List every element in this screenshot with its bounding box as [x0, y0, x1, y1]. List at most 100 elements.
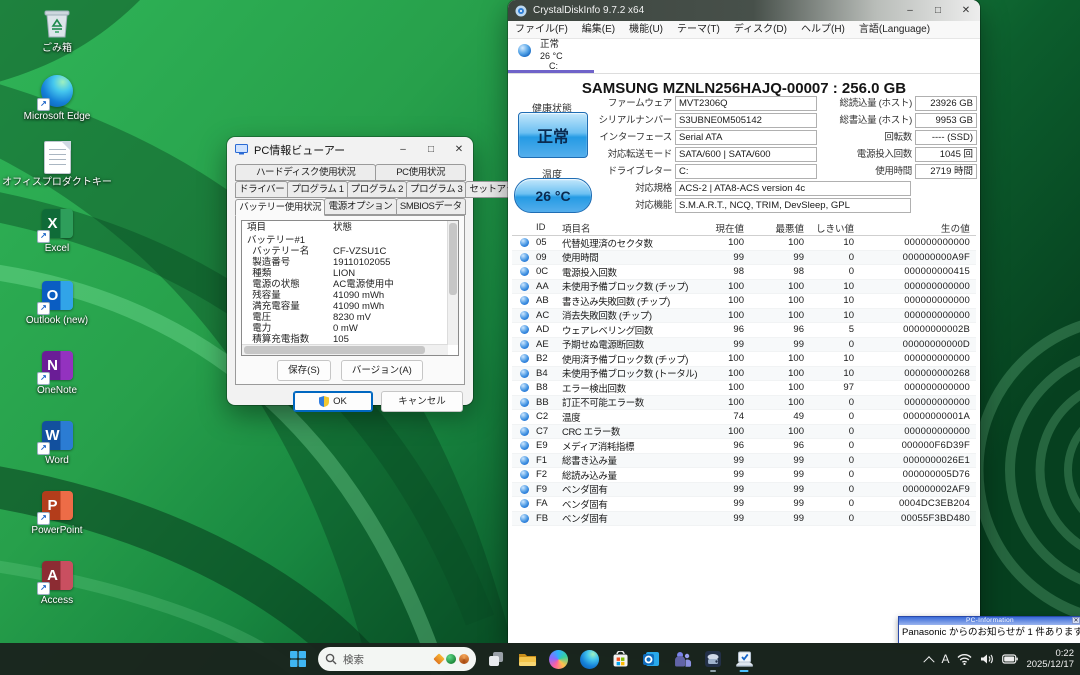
maximize-button[interactable]: □	[417, 137, 445, 162]
menu-item[interactable]: ヘルプ(H)	[794, 22, 852, 38]
smart-row[interactable]: B8 エラー検出回数 100 100 97 000000000000	[512, 381, 976, 396]
start-button[interactable]	[284, 645, 312, 673]
list-item[interactable]: バッテリー#1	[242, 235, 458, 246]
tab-program2[interactable]: プログラム 2	[347, 181, 407, 198]
smart-row[interactable]: AB 書き込み失敗回数 (チップ) 100 100 10 00000000000…	[512, 294, 976, 309]
tab-power-options[interactable]: 電源オプション	[324, 198, 396, 215]
menu-item[interactable]: ディスク(D)	[727, 22, 794, 38]
list-item[interactable]: 種類 LION	[242, 268, 458, 279]
item-name: 残容量	[242, 290, 333, 301]
menu-item[interactable]: 編集(E)	[575, 22, 622, 38]
tab-program3[interactable]: プログラム 3	[406, 181, 466, 198]
list-item[interactable]: 電源の状態 AC電源使用中	[242, 279, 458, 290]
maximize-button[interactable]: □	[924, 0, 952, 21]
smart-row[interactable]: BB 訂正不可能エラー数 100 100 0 000000000000	[512, 396, 976, 411]
smart-row[interactable]: FB ベンダ固有 99 99 0 00055F3BD480	[512, 512, 976, 527]
crystaldiskinfo-taskbar-button[interactable]	[699, 645, 727, 673]
cancel-button[interactable]: キャンセル	[381, 391, 463, 412]
drive-tab[interactable]: 正常 26 °C C:	[540, 40, 563, 72]
menu-item[interactable]: ファイル(F)	[508, 22, 575, 38]
smart-row[interactable]: 09 使用時間 99 99 0 000000000A9F	[512, 251, 976, 266]
desktop-icon-outlook-new[interactable]: O ↗ Outlook (new)	[14, 278, 100, 326]
smart-row[interactable]: C7 CRC エラー数 100 100 0 000000000000	[512, 425, 976, 440]
smart-row[interactable]: AC 消去失敗回数 (チップ) 100 100 10 000000000000	[512, 309, 976, 324]
smart-row[interactable]: 05 代替処理済のセクタ数 100 100 10 000000000000	[512, 236, 976, 251]
search-box[interactable]: 検索	[318, 647, 476, 671]
field-label: ファームウェア	[568, 96, 672, 113]
desktop-icon-recycle-bin[interactable]: ごみ箱	[14, 6, 100, 54]
crystaldiskinfo-app-icon	[704, 650, 722, 668]
file-explorer-button[interactable]	[513, 645, 541, 673]
menu-item[interactable]: テーマ(T)	[670, 22, 727, 38]
menu-item[interactable]: 言語(Language)	[852, 22, 937, 38]
close-button[interactable]: ✕	[952, 0, 980, 21]
edge-button[interactable]	[575, 645, 603, 673]
copilot-button[interactable]	[544, 645, 572, 673]
desktop-icon-word[interactable]: W ↗ Word	[14, 418, 100, 466]
tab-driver[interactable]: ドライバー	[235, 181, 288, 198]
horizontal-scrollbar[interactable]	[242, 344, 448, 355]
desktop-icon-access[interactable]: A ↗ Access	[14, 558, 100, 606]
smart-row[interactable]: F2 総読み込み量 99 99 0 000000005D76	[512, 468, 976, 483]
speaker-icon[interactable]	[980, 653, 994, 665]
ok-button[interactable]: OK	[293, 391, 373, 412]
list-item[interactable]: 電圧 8230 mV	[242, 312, 458, 323]
smart-row[interactable]: B2 使用済予備ブロック数 (チップ) 100 100 10 000000000…	[512, 352, 976, 367]
ime-indicator[interactable]: A	[941, 652, 949, 666]
save-button[interactable]: 保存(S)	[277, 360, 331, 381]
tab-smbios-data[interactable]: SMBIOSデータ	[396, 198, 466, 215]
smart-row[interactable]: AA 未使用予備ブロック数 (チップ) 100 100 10 000000000…	[512, 280, 976, 295]
item-name: バッテリー名	[242, 246, 333, 257]
wifi-icon[interactable]	[957, 653, 972, 665]
list-item[interactable]: バッテリー名 CF-VZSU1C	[242, 246, 458, 257]
smart-row[interactable]: F9 ベンダ固有 99 99 0 000000002AF9	[512, 483, 976, 498]
list-item[interactable]: 製造番号 19110102055	[242, 257, 458, 268]
smart-row[interactable]: E9 メディア消耗指標 96 96 0 000000F6D39F	[512, 439, 976, 454]
smart-row[interactable]: C2 温度 74 49 0 00000000001A	[512, 410, 976, 425]
battery-status-list[interactable]: 項目 状態 バッテリー#1 バッテリー名 CF-VZSU1C	[241, 220, 459, 356]
list-item[interactable]: 電力 0 mW	[242, 323, 458, 334]
desktop-icon-powerpoint[interactable]: P ↗ PowerPoint	[14, 488, 100, 536]
smart-row[interactable]: AD ウェアレベリング回数 96 96 5 00000000002B	[512, 323, 976, 338]
hidden-icons-chevron-icon[interactable]	[924, 656, 935, 667]
minimize-button[interactable]: –	[896, 0, 924, 21]
smart-row[interactable]: B4 未使用予備ブロック数 (トータル) 100 100 10 00000000…	[512, 367, 976, 382]
pc-info-viewer-taskbar-button[interactable]	[730, 645, 758, 673]
field-label: 対応転送モード	[568, 147, 672, 164]
smart-row[interactable]: AE 予期せぬ電源断回数 99 99 0 00000000000D	[512, 338, 976, 353]
drive-selector-strip[interactable]: 正常 26 °C C:	[508, 39, 980, 74]
smart-row[interactable]: FA ベンダ固有 99 99 0 0004DC3EB204	[512, 497, 976, 512]
desktop-icon-excel[interactable]: X ↗ Excel	[14, 206, 100, 254]
menu-item[interactable]: 機能(U)	[622, 22, 670, 38]
tab-pc-usage[interactable]: PC使用状況	[375, 164, 466, 181]
smart-row[interactable]: 0C 電源投入回数 98 98 0 000000000415	[512, 265, 976, 280]
minimize-button[interactable]: –	[389, 137, 417, 162]
ornament-ball-icon	[446, 654, 456, 664]
tab-battery-usage[interactable]: バッテリー使用状況	[235, 199, 325, 216]
taskbar-clock[interactable]: 0:22 2025/12/17	[1026, 648, 1074, 670]
smart-worst: 100	[754, 426, 814, 437]
battery-icon[interactable]	[1002, 654, 1018, 664]
list-item[interactable]: 満充電容量 41090 mWh	[242, 301, 458, 312]
microsoft-store-button[interactable]	[606, 645, 634, 673]
tab-program1[interactable]: プログラム 1	[287, 181, 347, 198]
smart-row[interactable]: F1 総書き込み量 99 99 0 0000000026E1	[512, 454, 976, 469]
version-button[interactable]: バージョン(A)	[341, 360, 423, 381]
task-view-button[interactable]	[482, 645, 510, 673]
list-item[interactable]: 残容量 41090 mWh	[242, 290, 458, 301]
close-icon[interactable]: ✕	[1072, 617, 1080, 624]
vertical-scrollbar[interactable]	[447, 221, 458, 345]
popup-message[interactable]: Panasonic からのお知らせが 1 件あります	[899, 625, 1080, 641]
smart-id: F1	[536, 455, 562, 466]
desktop-icon-office-product-key[interactable]: オフィスプロダクトキー	[14, 140, 100, 188]
desktop-icon-onenote[interactable]: N ↗ OneNote	[14, 348, 100, 396]
teams-button[interactable]	[668, 645, 696, 673]
search-label: 検索	[343, 652, 435, 667]
pc-information-popup[interactable]: PC-Information ✕ Panasonic からのお知らせが 1 件あ…	[898, 616, 1080, 644]
smart-current: 99	[704, 339, 754, 350]
search-highlight-icons[interactable]	[435, 654, 469, 664]
outlook-classic-button[interactable]	[637, 645, 665, 673]
desktop-icon-edge[interactable]: ↗ Microsoft Edge	[14, 74, 100, 122]
tab-hdd-usage[interactable]: ハードディスク使用状況	[235, 164, 376, 181]
close-button[interactable]: ✕	[445, 137, 473, 162]
